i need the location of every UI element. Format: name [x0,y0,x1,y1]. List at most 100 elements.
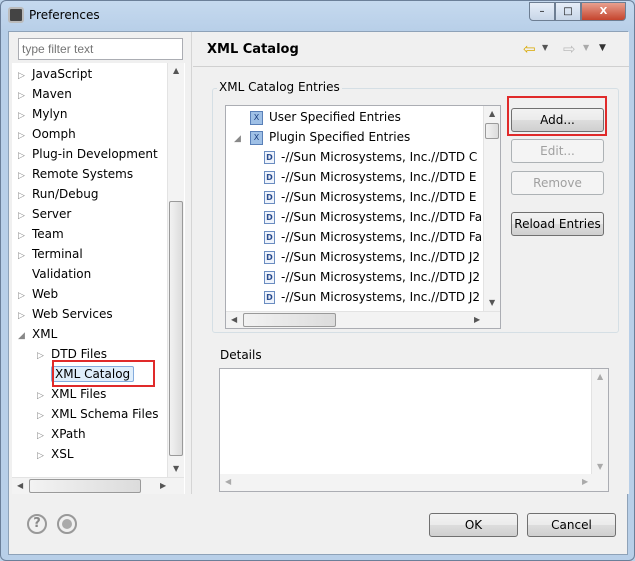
expand-icon[interactable]: ▷ [37,427,51,445]
sidebar-item-label: Remote Systems [32,167,134,181]
entries-horizontal-scrollbar[interactable]: ◀ ▶ [226,311,500,328]
sidebar-item-label: Validation [32,267,92,281]
maximize-button[interactable]: □ [555,2,581,21]
record-icon[interactable] [57,514,77,534]
entry-label: -//Sun Microsystems, Inc.//DTD Fa [281,230,483,244]
dialog-footer: ? OK Cancel [9,495,627,555]
sidebar-item[interactable]: ▷ Plug-in Development [18,145,158,163]
minimize-button[interactable]: – [529,2,555,21]
sidebar-item-label: Oomph [32,127,76,141]
dtd-file-icon: D [264,251,275,264]
expand-icon[interactable]: ▷ [37,347,51,365]
expand-icon[interactable]: ▷ [18,207,32,225]
entries-tree: X User Specified Entries ◢ X Plugin Specifie… [225,105,501,329]
entries-vscroll-thumb[interactable] [485,123,499,139]
sidebar-item-label: Web Services [32,307,113,321]
dtd-file-icon: D [264,211,275,224]
sidebar-item[interactable]: ▷ Server [18,205,71,223]
sidebar-vertical-scrollbar[interactable]: ▲ ▼ [167,63,184,477]
details-label: Details [220,348,262,362]
details-horizontal-scrollbar[interactable]: ◀ ▶ [220,474,608,491]
sidebar-item[interactable]: Validation [18,265,91,283]
entry-item[interactable]: D -//Sun Microsystems, Inc.//DTD J2 [264,247,480,267]
preferences-window: Preferences – □ X ▷JavaScript▷Maven▷Myly… [0,0,635,561]
details-area[interactable]: ▲ ▼ ◀ ▶ [219,368,609,492]
eclipse-app-icon [8,7,24,23]
entry-label: User Specified Entries [269,110,401,124]
expand-icon[interactable]: ▷ [18,307,32,325]
filter-input[interactable] [18,38,183,60]
dtd-file-icon: D [264,171,275,184]
sidebar-item[interactable]: ▷ JavaScript [18,65,92,83]
entry-label: -//Sun Microsystems, Inc.//DTD J2 [281,270,481,284]
expand-icon[interactable]: ▷ [37,447,51,465]
header-separator [193,66,629,67]
entry-item[interactable]: ◢ X Plugin Specified Entries [234,127,410,147]
sidebar-vscroll-thumb[interactable] [169,201,183,456]
page-title: XML Catalog [207,42,299,57]
forward-arrow-icon[interactable]: ⇨ [563,40,576,58]
sidebar-item[interactable]: ▷ Team [18,225,64,243]
collapse-icon[interactable]: ◢ [18,327,32,345]
sidebar-item[interactable]: ▷ XML Files [37,385,106,403]
sidebar-horizontal-scrollbar[interactable]: ◀ ▶ [12,477,184,494]
view-menu-icon[interactable]: ▼ [599,43,606,53]
help-icon[interactable]: ? [27,514,47,534]
dtd-file-icon: D [264,271,275,284]
entries-hscroll-thumb[interactable] [243,313,336,327]
entries-vertical-scrollbar[interactable]: ▲ ▼ [483,106,500,311]
entry-item[interactable]: D -//Sun Microsystems, Inc.//DTD J2 [264,287,480,307]
remove-button[interactable]: Remove [511,171,604,195]
sidebar-item[interactable]: ▷ XPath [37,425,86,443]
details-vertical-scrollbar[interactable]: ▲ ▼ [591,369,608,474]
cancel-button[interactable]: Cancel [527,513,616,537]
expand-icon[interactable]: ▷ [18,147,32,165]
expand-icon[interactable]: ▷ [18,227,32,245]
expand-icon[interactable]: ▷ [18,127,32,145]
sidebar-item[interactable]: ▷ Terminal [18,245,83,263]
forward-dropdown-icon[interactable]: ▼ [583,43,589,52]
sidebar-item[interactable]: ▷ XML Schema Files [37,405,158,423]
sidebar-item[interactable]: ▷ Maven [18,85,72,103]
expand-icon[interactable]: ▷ [18,87,32,105]
sidebar-item-label: XML Files [51,387,107,401]
entry-item[interactable]: D -//Sun Microsystems, Inc.//DTD Fa [264,227,482,247]
close-button[interactable]: X [581,2,626,21]
reload-entries-button[interactable]: Reload Entries [511,212,604,236]
expand-icon[interactable]: ▷ [18,107,32,125]
back-arrow-icon[interactable]: ⇦ [523,40,536,58]
back-dropdown-icon[interactable]: ▼ [542,43,548,52]
sidebar-item[interactable]: ▷ Web Services [18,305,113,323]
entry-item[interactable]: D -//Sun Microsystems, Inc.//DTD Fa [264,207,482,227]
entry-item[interactable]: D -//Sun Microsystems, Inc.//DTD C [264,147,477,167]
entry-label: -//Sun Microsystems, Inc.//DTD C [281,150,478,164]
edit-button[interactable]: Edit... [511,139,604,163]
sidebar-item[interactable]: ◢ XML [18,325,57,343]
sidebar-item-label: XML Schema Files [51,407,159,421]
sidebar-hscroll-thumb[interactable] [29,479,141,493]
entry-label: -//Sun Microsystems, Inc.//DTD J2 [281,290,481,304]
sidebar-item[interactable]: ▷ Web [18,285,58,303]
sidebar-item[interactable]: ▷ Run/Debug [18,185,99,203]
sidebar-item[interactable]: ▷ XSL [37,445,74,463]
sidebar-item[interactable]: ▷ Mylyn [18,105,68,123]
expand-icon[interactable]: ▷ [37,407,51,425]
entry-item[interactable]: X User Specified Entries [234,107,401,127]
sidebar-item-label: Run/Debug [32,187,99,201]
expand-icon[interactable]: ▷ [18,287,32,305]
expand-icon[interactable]: ▷ [37,387,51,405]
sidebar-item[interactable]: ▷ Remote Systems [18,165,133,183]
sash[interactable] [191,32,192,494]
sidebar-item-label: XPath [51,427,86,441]
expand-icon[interactable]: ▷ [18,187,32,205]
entry-item[interactable]: D -//Sun Microsystems, Inc.//DTD E [264,187,476,207]
sidebar-item-label: Server [32,207,72,221]
expand-icon[interactable]: ▷ [18,167,32,185]
ok-button[interactable]: OK [429,513,518,537]
expand-icon[interactable]: ▷ [18,67,32,85]
entry-item[interactable]: D -//Sun Microsystems, Inc.//DTD J2 [264,267,480,287]
entry-item[interactable]: D -//Sun Microsystems, Inc.//DTD E [264,167,476,187]
sidebar-item[interactable]: ▷ Oomph [18,125,76,143]
expand-icon[interactable]: ▷ [18,247,32,265]
collapse-icon[interactable]: ◢ [234,129,250,149]
